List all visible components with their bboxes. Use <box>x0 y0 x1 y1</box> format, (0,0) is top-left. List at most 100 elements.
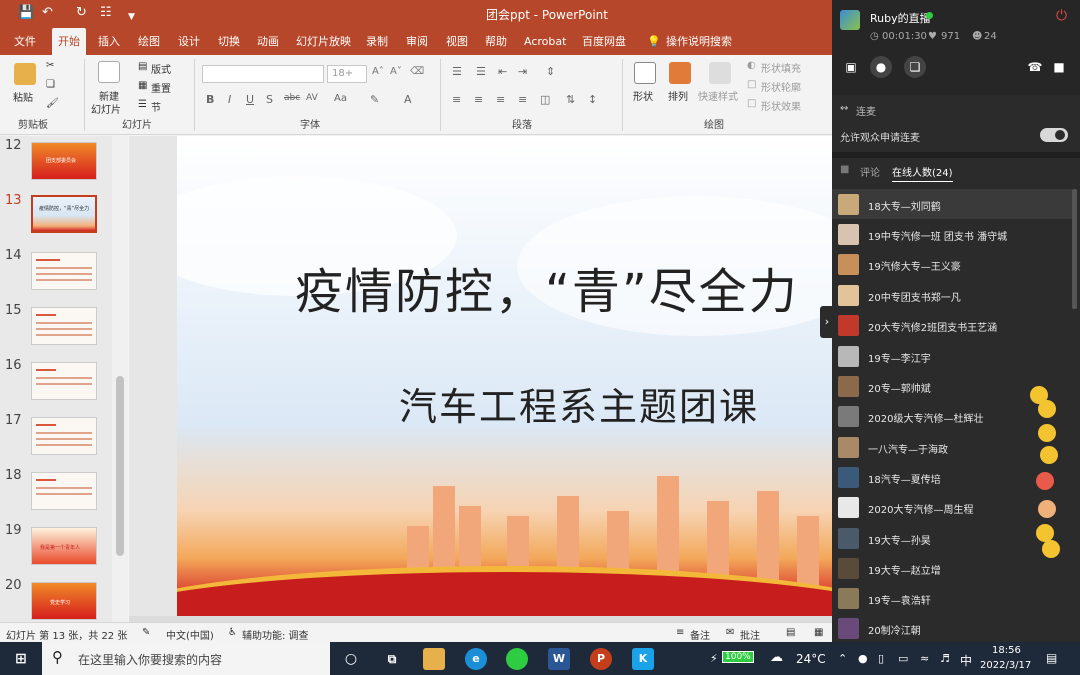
tab-acrobat[interactable]: Acrobat <box>518 28 572 55</box>
accessibility-status[interactable]: 辅助功能: 调查 <box>242 627 309 642</box>
tab-review[interactable]: 审阅 <box>400 28 434 55</box>
clock-time[interactable]: 18:56 <box>992 645 1021 656</box>
quick-styles-button[interactable]: 快速样式 <box>698 88 738 103</box>
align-right-icon[interactable]: ≡ <box>496 93 505 106</box>
powerpoint-icon[interactable]: P <box>590 648 612 670</box>
cut-icon[interactable]: ✂ <box>46 60 54 71</box>
temperature[interactable]: 24°C <box>796 652 826 666</box>
tab-home[interactable]: 开始 <box>52 28 86 55</box>
slide-thumbnail-19[interactable]: 我是第一个青年人 <box>31 527 97 565</box>
comments-button[interactable]: 批注 <box>740 627 760 642</box>
tab-record[interactable]: 录制 <box>360 28 394 55</box>
list-item[interactable]: 20制冷江朝 <box>832 613 1072 642</box>
new-slide-label-2[interactable]: 幻灯片 <box>91 101 121 116</box>
line-spacing-icon[interactable]: ⇕ <box>546 65 555 78</box>
clock-date[interactable]: 2022/3/17 <box>980 660 1031 671</box>
tab-draw[interactable]: 绘图 <box>132 28 166 55</box>
current-slide[interactable]: 疫情防控，“青”尽全力 汽车工程系主题团课 <box>177 136 832 616</box>
slide-thumbnail-13[interactable]: 疫情防控，“青”尽全力 <box>31 195 97 233</box>
language-indicator[interactable]: 中文(中国) <box>166 627 214 642</box>
chat-icon[interactable]: ■ <box>1048 56 1070 78</box>
numbering-icon[interactable]: ☰ <box>476 65 486 78</box>
notification-center-icon[interactable]: ▤ <box>1046 651 1057 665</box>
quick-styles-icon[interactable] <box>709 62 731 84</box>
list-item[interactable]: 19大专—赵立增 <box>832 553 1072 583</box>
word-icon[interactable]: W <box>548 648 570 670</box>
slide-thumbnail-20[interactable]: 党史学习 <box>31 582 97 620</box>
input-method-indicator[interactable]: 中 <box>960 652 972 669</box>
list-item[interactable]: 19中专汽修一班 团支书 潘守城 <box>832 219 1072 249</box>
justify-icon[interactable]: ≡ <box>518 93 527 106</box>
battery-percent[interactable]: 100% <box>722 651 754 663</box>
shape-outline-button[interactable]: 形状轮廓 <box>761 79 801 94</box>
slide-thumbnail-12[interactable]: 团支部委员会 <box>31 142 97 180</box>
cortana-icon[interactable]: ○ <box>340 648 362 670</box>
tab-slideshow[interactable]: 幻灯片放映 <box>290 28 357 55</box>
paste-icon[interactable] <box>14 63 36 85</box>
customize-icon[interactable]: ▼ <box>128 9 135 25</box>
slide-thumbnail-16[interactable] <box>31 362 97 400</box>
shrink-font-icon[interactable]: A˅ <box>390 66 402 77</box>
presenter-icon[interactable]: ☷ <box>100 5 112 21</box>
slide-thumbnail-14[interactable] <box>31 252 97 290</box>
font-color-button[interactable]: A <box>404 93 412 106</box>
redo-icon[interactable]: ↻ <box>76 5 87 21</box>
wifi-icon[interactable]: ≈ <box>920 652 929 665</box>
camera-icon[interactable]: ▣ <box>840 56 862 78</box>
taskbar-search-box[interactable]: ⚲ 在这里输入你要搜索的内容 <box>42 642 330 675</box>
char-spacing-button[interactable]: AV <box>306 93 318 103</box>
save-icon[interactable]: 💾 <box>18 5 34 21</box>
underline-button[interactable]: U <box>246 93 254 106</box>
arrange-icon[interactable] <box>669 62 691 84</box>
list-item[interactable]: 19专—袁浩轩 <box>832 583 1072 613</box>
microphone-tray-icon[interactable]: ● <box>858 652 868 665</box>
undo-icon[interactable]: ↶ <box>42 5 53 21</box>
tab-file[interactable]: 文件 <box>8 28 42 55</box>
text-direction-icon[interactable]: ⇅ <box>566 93 575 106</box>
format-painter-icon[interactable]: 🖌 <box>46 98 59 109</box>
list-item[interactable]: 19专—李江宇 <box>832 341 1072 371</box>
font-family-combo[interactable] <box>202 65 324 83</box>
screen-share-icon[interactable]: ❏ <box>904 56 926 78</box>
align-center-icon[interactable]: ≡ <box>474 93 483 106</box>
show-hidden-icons[interactable]: ⌃ <box>838 652 847 665</box>
shapes-button[interactable]: 形状 <box>633 88 653 103</box>
slide-thumbnail-18[interactable] <box>31 472 97 510</box>
spellcheck-icon[interactable]: ✎ <box>142 627 150 638</box>
font-size-combo[interactable]: 18+ <box>327 65 367 83</box>
user-list-scrollbar[interactable] <box>1072 189 1077 309</box>
tell-me-search[interactable]: 操作说明搜索 <box>660 28 738 55</box>
slide-title[interactable]: 疫情防控，“青”尽全力 <box>295 252 799 322</box>
list-item[interactable]: 2020大专汽修—周生程 <box>832 492 1072 522</box>
list-item[interactable]: 19大专—孙昊 <box>832 523 1072 553</box>
decrease-indent-icon[interactable]: ⇤ <box>498 65 507 78</box>
allow-mic-request-toggle[interactable] <box>1040 128 1068 142</box>
layout-button[interactable]: 版式 <box>151 61 171 76</box>
notes-button[interactable]: 备注 <box>690 627 710 642</box>
windows-start-icon[interactable]: ⊞ <box>10 648 32 670</box>
section-button[interactable]: 节 <box>151 99 161 114</box>
tab-design[interactable]: 设计 <box>172 28 206 55</box>
slide-thumbnail-17[interactable] <box>31 417 97 455</box>
task-view-icon[interactable]: ⧉ <box>381 648 403 670</box>
weather-cloud-icon[interactable]: ☁ <box>770 650 783 665</box>
bold-button[interactable]: B <box>206 93 214 106</box>
slide-subtitle[interactable]: 汽车工程系主题团课 <box>399 376 759 431</box>
align-text-icon[interactable]: ↕ <box>588 93 597 106</box>
shadow-button[interactable]: S <box>266 93 273 106</box>
paste-button[interactable]: 粘贴 <box>13 89 33 104</box>
battery-tray-icon[interactable]: ▭ <box>898 652 908 665</box>
tab-insert[interactable]: 插入 <box>92 28 126 55</box>
list-item[interactable]: 2020级大专汽修—杜辉壮 <box>832 401 1072 431</box>
slide-sorter-icon[interactable]: ▦ <box>814 627 823 638</box>
align-left-icon[interactable]: ≡ <box>452 93 461 106</box>
edge-browser-icon[interactable]: e <box>465 648 487 670</box>
list-item[interactable]: 20大专汽修2班团支书王艺涵 <box>832 310 1072 340</box>
new-slide-icon[interactable] <box>98 61 120 83</box>
grow-font-icon[interactable]: A˄ <box>372 66 384 77</box>
thumbnails-scrollbar[interactable] <box>112 136 128 622</box>
tab-comments[interactable]: 评论 <box>860 164 880 179</box>
tab-help[interactable]: 帮助 <box>479 28 513 55</box>
list-item[interactable]: 20中专团支书郑一凡 <box>832 280 1072 310</box>
tab-view[interactable]: 视图 <box>440 28 474 55</box>
